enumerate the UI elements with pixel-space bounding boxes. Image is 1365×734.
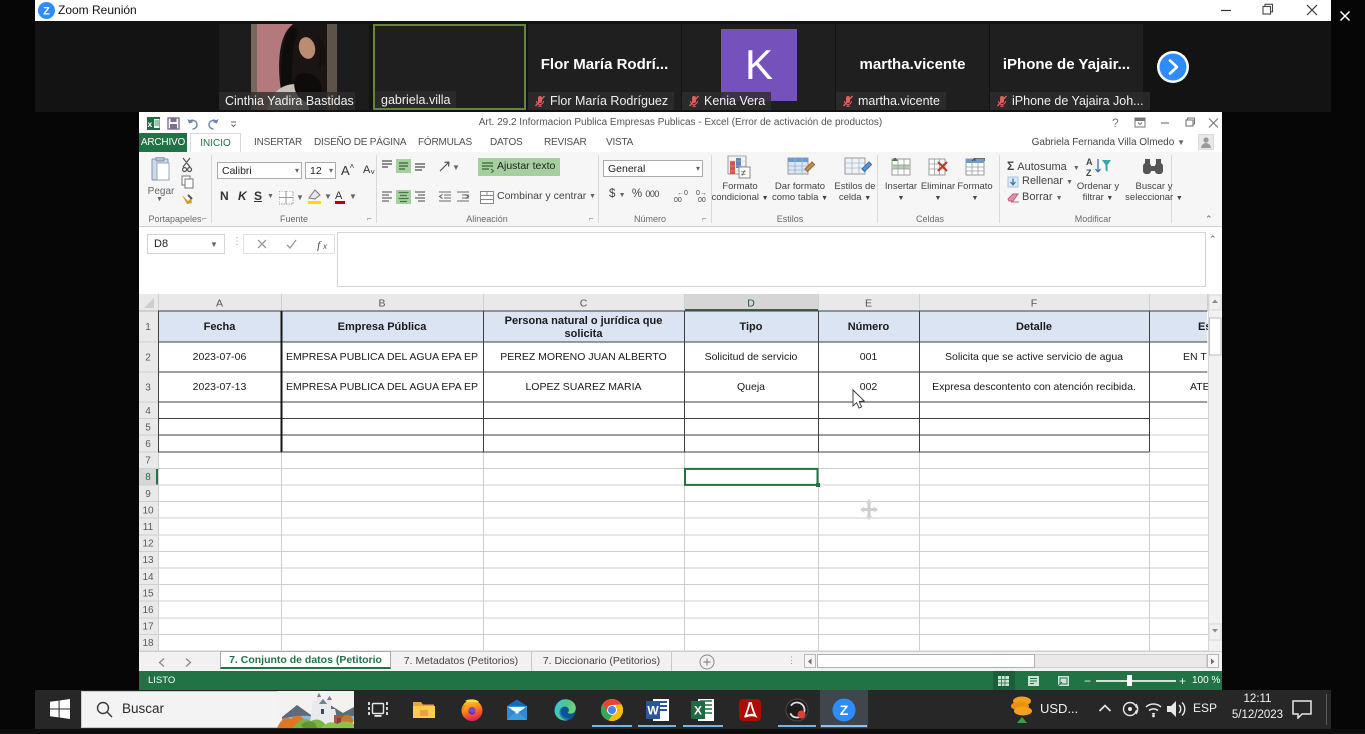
svg-text:A: A [335,190,343,202]
svg-text:Número: Número [848,321,890,333]
svg-text:17: 17 [142,622,154,633]
svg-text:←0: ←0 [677,190,688,197]
svg-text:Expresa descontento con atenci: Expresa descontento con atención recibid… [932,381,1136,393]
svg-text:LOPEZ SUAREZ MARIA: LOPEZ SUAREZ MARIA [525,381,641,393]
svg-text:3: 3 [145,383,151,394]
svg-text:Detalle: Detalle [1016,321,1052,333]
svg-text:F: F [1031,298,1037,310]
svg-text:A: A [1086,157,1093,167]
svg-text:Z: Z [840,702,849,718]
svg-text:7: 7 [145,456,151,467]
svg-text:f: f [317,238,322,251]
svg-text:6: 6 [145,439,151,450]
svg-text:?: ? [1112,116,1119,130]
svg-text:Solicitud de servicio: Solicitud de servicio [705,351,798,363]
svg-text:D: D [747,298,755,310]
svg-text:001: 001 [860,351,878,363]
svg-text:16: 16 [142,605,154,616]
svg-text:15: 15 [142,588,154,599]
svg-text:PEREZ MORENO JUAN ALBERTO: PEREZ MORENO JUAN ALBERTO [500,351,666,363]
svg-text:solicita: solicita [565,328,604,340]
svg-text:5: 5 [145,422,151,433]
svg-text:2023-07-06: 2023-07-06 [193,351,247,363]
svg-text:18: 18 [142,638,154,649]
svg-text:E: E [865,298,872,310]
svg-text:x: x [322,242,328,251]
svg-text:≠: ≠ [741,168,746,178]
svg-text:Fecha: Fecha [204,321,237,333]
svg-text:8: 8 [145,472,151,483]
svg-text:▼: ▼ [349,192,357,201]
svg-text:W: W [647,704,659,718]
svg-text:Z: Z [1086,168,1092,178]
svg-text:Z: Z [43,6,50,18]
svg-text:ATE: ATE [1190,381,1210,393]
svg-text:13: 13 [142,555,154,566]
svg-text:Empresa Pública: Empresa Pública [338,321,428,333]
svg-text:2023-07-13: 2023-07-13 [193,381,247,393]
svg-text:EMPRESA PUBLICA DEL AGUA EPA E: EMPRESA PUBLICA DEL AGUA EPA EP [286,351,478,363]
svg-text:C: C [580,298,588,310]
svg-text:002: 002 [860,381,878,393]
svg-text:▼: ▼ [324,192,332,201]
svg-text:2: 2 [145,353,151,364]
svg-text:X: X [694,704,702,718]
svg-text:EN T: EN T [1183,351,1207,363]
svg-text:14: 14 [142,572,154,583]
svg-text:12: 12 [142,539,154,550]
svg-text:Solicita que se active servici: Solicita que se active servicio de agua [945,351,1123,363]
svg-text:11: 11 [143,522,154,533]
svg-text:Queja: Queja [737,381,765,393]
svg-text:9: 9 [145,489,151,500]
svg-text:A: A [216,298,223,310]
svg-text:1: 1 [145,322,151,333]
svg-text:▼: ▼ [296,193,304,202]
svg-text:▼: ▼ [452,163,460,172]
svg-text:10: 10 [142,505,154,516]
svg-text:00: 00 [674,197,682,204]
svg-text:Tipo: Tipo [739,321,762,333]
svg-text:4: 4 [145,406,151,417]
svg-text:B: B [378,298,385,310]
svg-text:Persona natural o jurídica que: Persona natural o jurídica que [505,315,663,327]
svg-text:EMPRESA PUBLICA DEL AGUA EPA E: EMPRESA PUBLICA DEL AGUA EPA EP [286,381,478,393]
